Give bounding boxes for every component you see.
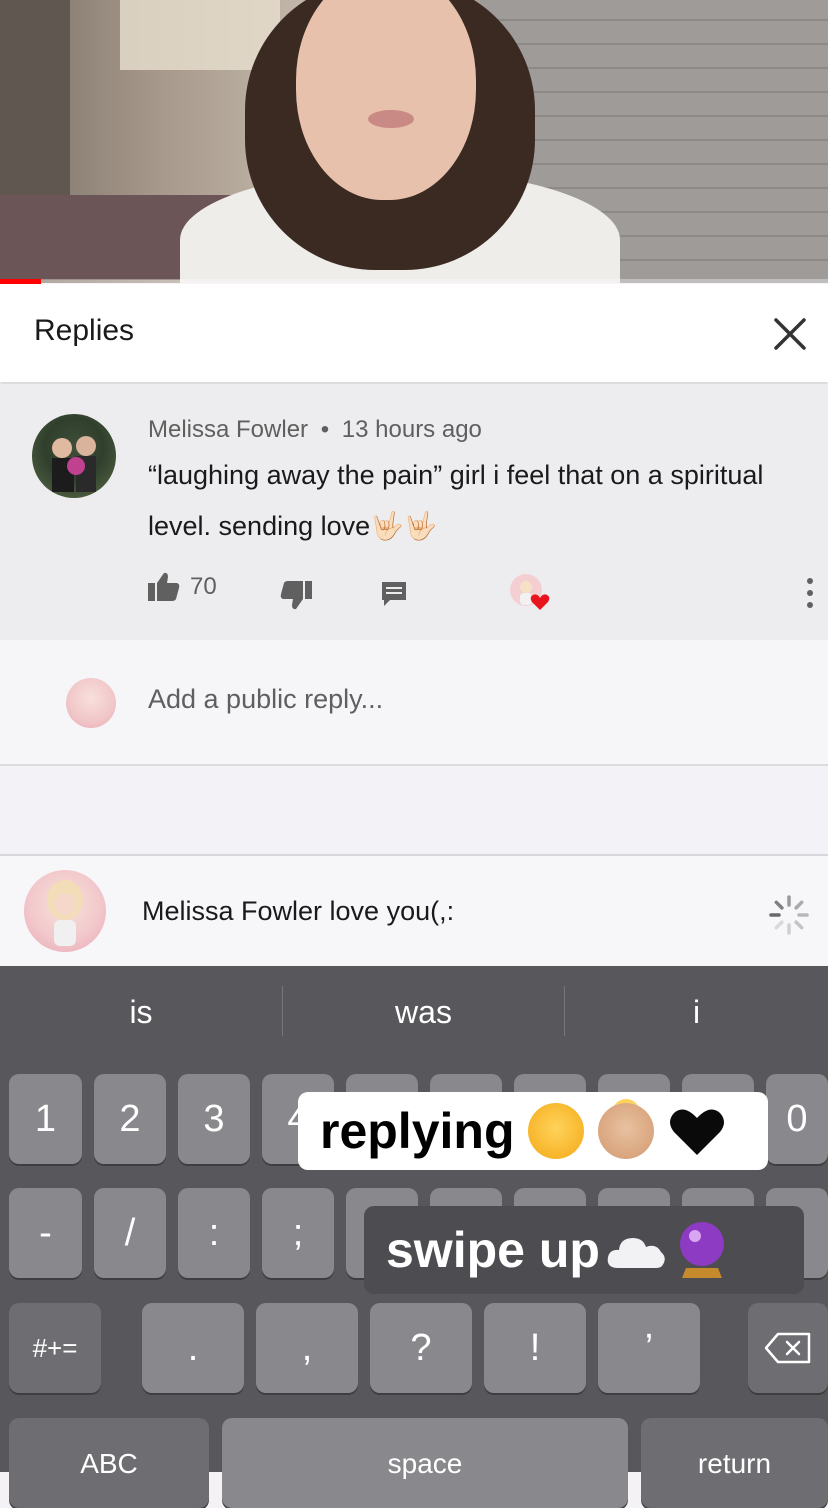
- more-options-icon[interactable]: [804, 576, 816, 610]
- key-abc[interactable]: ABC: [9, 1418, 209, 1508]
- key-apostrophe[interactable]: ’: [598, 1303, 700, 1393]
- suggestion-3[interactable]: i: [565, 966, 828, 1058]
- comment-text: “laughing away the pain” girl i feel tha…: [148, 460, 764, 541]
- suggestion-bar: is was i: [0, 966, 828, 1058]
- loading-spinner-icon: [768, 894, 810, 936]
- suggestion-1[interactable]: is: [0, 966, 282, 1058]
- key-symbols[interactable]: #+=: [9, 1303, 101, 1393]
- suggestion-2[interactable]: was: [283, 966, 564, 1058]
- backspace-key[interactable]: [748, 1303, 828, 1393]
- key-space[interactable]: space: [222, 1418, 628, 1508]
- replying-sticker: replying: [298, 1092, 768, 1170]
- avatar: [24, 870, 106, 952]
- key-return[interactable]: return: [641, 1418, 828, 1508]
- key-comma[interactable]: ,: [256, 1303, 358, 1393]
- like-button[interactable]: 70: [148, 572, 217, 602]
- video-player[interactable]: [0, 0, 828, 283]
- comment: Melissa Fowler • 13 hours ago “laughing …: [0, 384, 828, 640]
- person-mouth: [368, 110, 414, 128]
- crystal-ball-icon: [679, 1222, 724, 1278]
- key-0[interactable]: 0: [766, 1074, 828, 1164]
- dislike-button[interactable]: [280, 580, 312, 610]
- reply-text-field[interactable]: Melissa Fowler love you(,:: [142, 896, 454, 927]
- key-slash[interactable]: /: [94, 1188, 166, 1278]
- avatar[interactable]: [32, 414, 116, 498]
- key-semicolon[interactable]: ;: [262, 1188, 334, 1278]
- key-dash[interactable]: -: [9, 1188, 82, 1278]
- add-reply-input[interactable]: Add a public reply...: [148, 684, 383, 715]
- reply-button[interactable]: [380, 580, 408, 608]
- cloud-icon: [607, 1238, 665, 1268]
- add-reply-row[interactable]: Add a public reply...: [0, 640, 828, 766]
- thumbs-down-icon: [280, 581, 312, 610]
- key-2[interactable]: 2: [94, 1074, 166, 1164]
- key-question[interactable]: ?: [370, 1303, 472, 1393]
- baby-angel-icon: [598, 1103, 655, 1159]
- comment-time: 13 hours ago: [341, 416, 482, 443]
- backspace-icon: [764, 1332, 811, 1364]
- swipe-up-text: swipe up: [386, 1222, 600, 1278]
- key-colon[interactable]: :: [178, 1188, 250, 1278]
- swipe-up-sticker: swipe up: [364, 1206, 804, 1294]
- key-period[interactable]: .: [142, 1303, 244, 1393]
- close-icon[interactable]: [770, 314, 810, 354]
- comment-author[interactable]: Melissa Fowler: [148, 416, 308, 443]
- key-1[interactable]: 1: [9, 1074, 82, 1164]
- thumbs-up-icon: [148, 572, 180, 601]
- comment-meta: Melissa Fowler • 13 hours ago: [148, 416, 482, 444]
- avatar: [66, 678, 116, 728]
- replies-title: Replies: [34, 314, 135, 347]
- like-count: 70: [190, 573, 217, 600]
- replying-text: replying: [320, 1103, 515, 1159]
- wall-shadow: [0, 0, 70, 200]
- key-3[interactable]: 3: [178, 1074, 250, 1164]
- meta-separator: •: [320, 416, 330, 443]
- comment-icon: [382, 582, 406, 606]
- key-exclamation[interactable]: !: [484, 1303, 586, 1393]
- black-heart-icon: [670, 1109, 725, 1155]
- pleading-face-icon: [528, 1103, 585, 1159]
- reply-compose-bar: Melissa Fowler love you(,:: [0, 854, 828, 968]
- replies-header: Replies: [0, 284, 828, 382]
- creator-heart-badge: [510, 574, 552, 612]
- spacer: [0, 766, 828, 854]
